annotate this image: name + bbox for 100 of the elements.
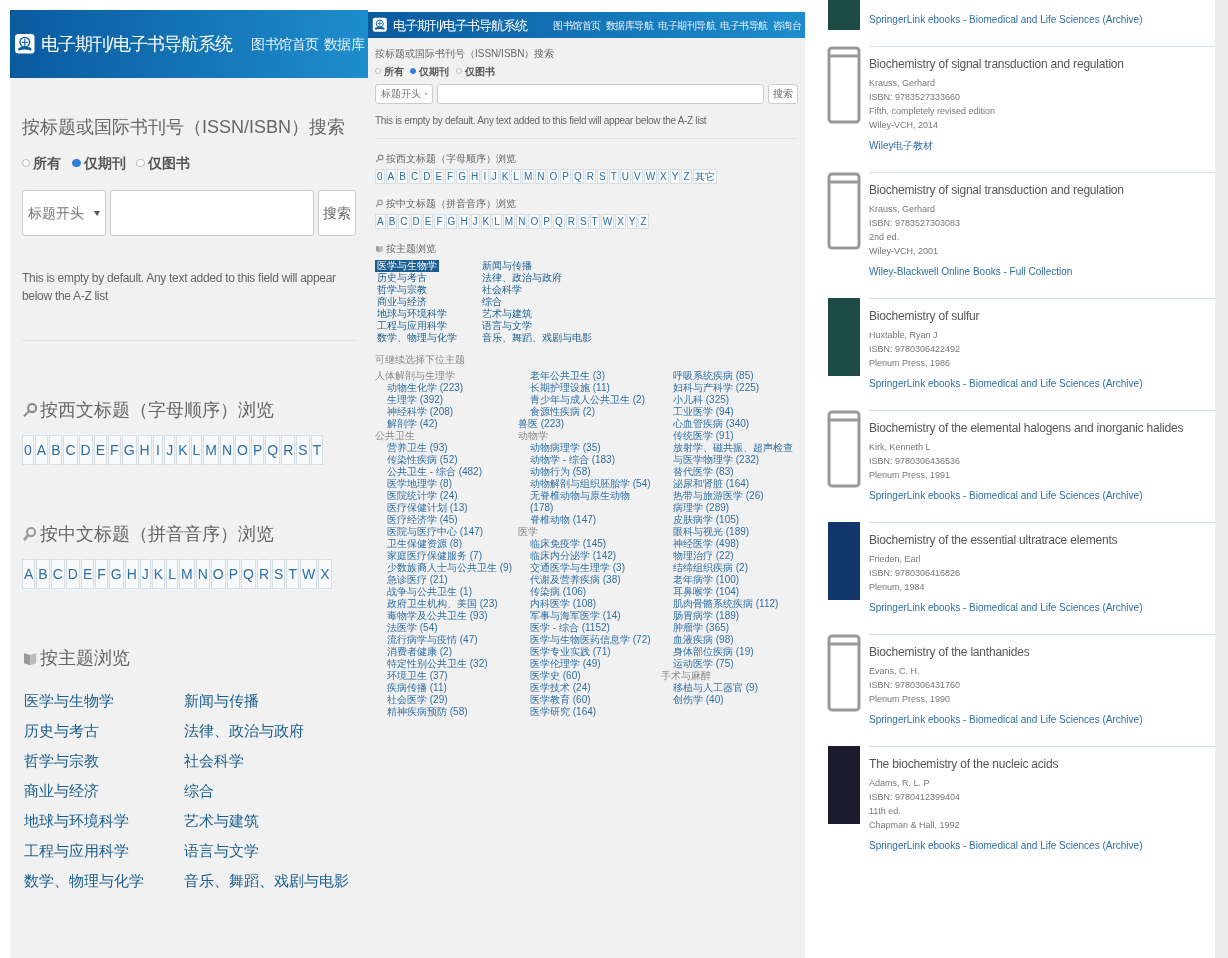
subject-link[interactable]: 历史与考古 [22, 715, 101, 746]
subject-link[interactable]: 语言与文学 [182, 835, 261, 866]
subcategory-link[interactable]: 消费者健康 (2) [387, 646, 512, 659]
subcategory-link[interactable]: 耳鼻喉学 (104) [673, 586, 798, 599]
letter-link[interactable]: Y [669, 169, 681, 185]
nav-link[interactable]: 电子期刊导航 [658, 17, 715, 33]
subcategory-link[interactable]: 物理治疗 (22) [673, 550, 798, 563]
nav-link[interactable]: 图书馆首页 [553, 17, 601, 33]
letter-link[interactable]: K [480, 214, 492, 230]
letter-link[interactable]: E [433, 169, 445, 185]
letter-link[interactable]: F [108, 434, 121, 465]
letter-link[interactable]: G [445, 214, 458, 230]
subject-link[interactable]: 哲学与宗教 [375, 284, 429, 297]
subcategory-link[interactable]: 医学研究 (164) [530, 706, 655, 719]
letter-link[interactable]: X [615, 214, 626, 230]
collection-link[interactable]: Wiley-Blackwell Online Books - Full Collection [869, 264, 1073, 279]
subcategory-link[interactable]: 动物学 - 综合 (183) [530, 454, 655, 467]
search-type-select[interactable]: 标题开头 [22, 190, 106, 237]
subcategory-link[interactable]: 神经医学 (498) [673, 538, 798, 551]
letter-link[interactable]: 其它 [692, 169, 717, 185]
subject-link[interactable]: 工程与应用科学 [375, 320, 449, 333]
letter-link[interactable]: P [541, 214, 552, 230]
letter-link[interactable]: Z [638, 214, 649, 230]
letter-link[interactable]: H [468, 169, 481, 185]
subject-link[interactable]: 地球与环境科学 [375, 308, 449, 321]
subcategory-link[interactable]: 急诊医疗 (21) [387, 574, 512, 587]
letter-link[interactable]: R [281, 434, 296, 465]
subject-link[interactable]: 商业与经济 [22, 775, 101, 806]
letter-link[interactable]: P [226, 558, 241, 589]
letter-link[interactable]: V [631, 169, 643, 185]
letter-link[interactable]: E [93, 434, 108, 465]
radio-label[interactable]: 所有 [33, 152, 62, 174]
subcategory-link[interactable]: 呼吸系统疾病 (85) [673, 370, 798, 383]
subcategory-link[interactable]: 卫生保健资源 (8) [387, 538, 512, 551]
search-field[interactable] [437, 83, 764, 104]
collection-link[interactable]: SpringerLink ebooks - Biomedical and Life Sciences (Archive) [869, 376, 1143, 391]
letter-link[interactable]: S [577, 214, 589, 230]
subcategory-link[interactable]: 运动医学 (75) [673, 658, 798, 671]
subcategory-link[interactable]: 内科医学 (108) [530, 598, 655, 611]
subcategory-link[interactable]: 家庭医疗保健服务 (7) [387, 550, 512, 563]
radio-button[interactable] [22, 158, 31, 168]
subcategory-link[interactable]: 创伤学 (40) [673, 694, 798, 707]
letter-link[interactable]: F [445, 169, 456, 185]
subcategory-link[interactable]: 热带与旅游医学 (26) [673, 490, 798, 503]
subcategory-link[interactable]: 生理学 (392) [387, 394, 512, 407]
letter-link[interactable]: E [80, 558, 95, 589]
subcategory-link[interactable]: 移植与人工器官 (9) [673, 682, 798, 695]
subcategory-link[interactable]: 泌尿和肾脏 (164) [673, 478, 798, 491]
letter-link[interactable]: T [286, 558, 299, 589]
letter-link[interactable]: J [164, 434, 176, 465]
subject-link[interactable]: 音乐、舞蹈、戏剧与电影 [480, 332, 594, 345]
subcategory-link[interactable]: 传染性疾病 (52) [387, 454, 512, 467]
letter-link[interactable]: D [421, 169, 433, 185]
letter-link[interactable]: A [385, 169, 397, 185]
letter-link[interactable]: K [151, 558, 166, 589]
subject-link[interactable]: 社会科学 [182, 745, 246, 776]
radio-label[interactable]: 仅图书 [147, 152, 190, 174]
subcategory-link[interactable]: 营养卫生 (93) [387, 442, 512, 455]
subcategory-link[interactable]: 肌肉骨骼系统疾病 (112) [673, 598, 798, 611]
collection-link[interactable]: SpringerLink ebooks - Biomedical and Life Sciences (Archive) [869, 12, 1143, 27]
letter-link[interactable]: X [658, 169, 669, 185]
subcategory-link[interactable]: 病理学 (289) [673, 502, 798, 515]
subcategory-link[interactable]: 神经科学 (208) [387, 406, 512, 419]
subcategory-link[interactable]: 法医学 (54) [387, 622, 512, 635]
subcategory-link[interactable]: 医疗经济学 (45) [387, 514, 512, 527]
letter-link[interactable]: D [410, 214, 422, 230]
subject-link[interactable]: 地球与环境科学 [22, 805, 131, 836]
letter-link[interactable]: S [596, 169, 608, 185]
subcategory-link[interactable]: 传统医学 (91) [673, 430, 798, 443]
subject-link[interactable]: 历史与考古 [375, 272, 429, 285]
subcategory-link[interactable]: 医学专业实践 (71) [530, 646, 655, 659]
subcategory-link[interactable]: 皮肤病学 (105) [673, 514, 798, 527]
letter-link[interactable]: J [470, 214, 480, 230]
letter-link[interactable]: O [210, 558, 226, 589]
radio-label[interactable]: 所有 [384, 64, 404, 79]
subcategory-link[interactable]: 妇科与产科学 (225) [673, 382, 798, 395]
letter-link[interactable]: N [516, 214, 528, 230]
letter-link[interactable]: A [375, 214, 386, 230]
subject-link[interactable]: 音乐、舞蹈、戏剧与电影 [182, 865, 351, 896]
letter-link[interactable]: G [108, 558, 124, 589]
subcategory-link[interactable]: 军事与海军医学 (14) [530, 610, 655, 623]
subcategory-link[interactable]: 医学技术 (24) [530, 682, 655, 695]
category-link[interactable]: 兽医 (223) [518, 418, 565, 430]
subcategory-link[interactable]: 结缔组织疾病 (2) [673, 562, 798, 575]
subcategory-link[interactable]: 小儿科 (325) [673, 394, 798, 407]
subject-link[interactable]: 新闻与传播 [480, 260, 534, 273]
subcategory-link[interactable]: 毒物学及公共卫生 (93) [387, 610, 512, 623]
search-field[interactable] [110, 190, 314, 237]
letter-link[interactable]: D [78, 434, 93, 465]
subcategory-link[interactable]: 交通医学与生理学 (3) [530, 562, 655, 575]
letter-link[interactable]: L [166, 558, 178, 589]
subcategory-link[interactable]: 战争与公共卫生 (1) [387, 586, 512, 599]
letter-link[interactable]: U [619, 169, 631, 185]
radio-label[interactable]: 仅期刊 [83, 152, 126, 174]
subcategory-link[interactable]: 流行病学与疫情 (47) [387, 634, 512, 647]
letter-link[interactable]: T [608, 169, 619, 185]
letter-link[interactable]: W [299, 558, 318, 589]
letter-link[interactable]: S [272, 558, 286, 589]
subcategory-link[interactable]: 无脊椎动物与原生动物 (178) [530, 490, 655, 515]
letter-link[interactable]: N [219, 434, 235, 465]
